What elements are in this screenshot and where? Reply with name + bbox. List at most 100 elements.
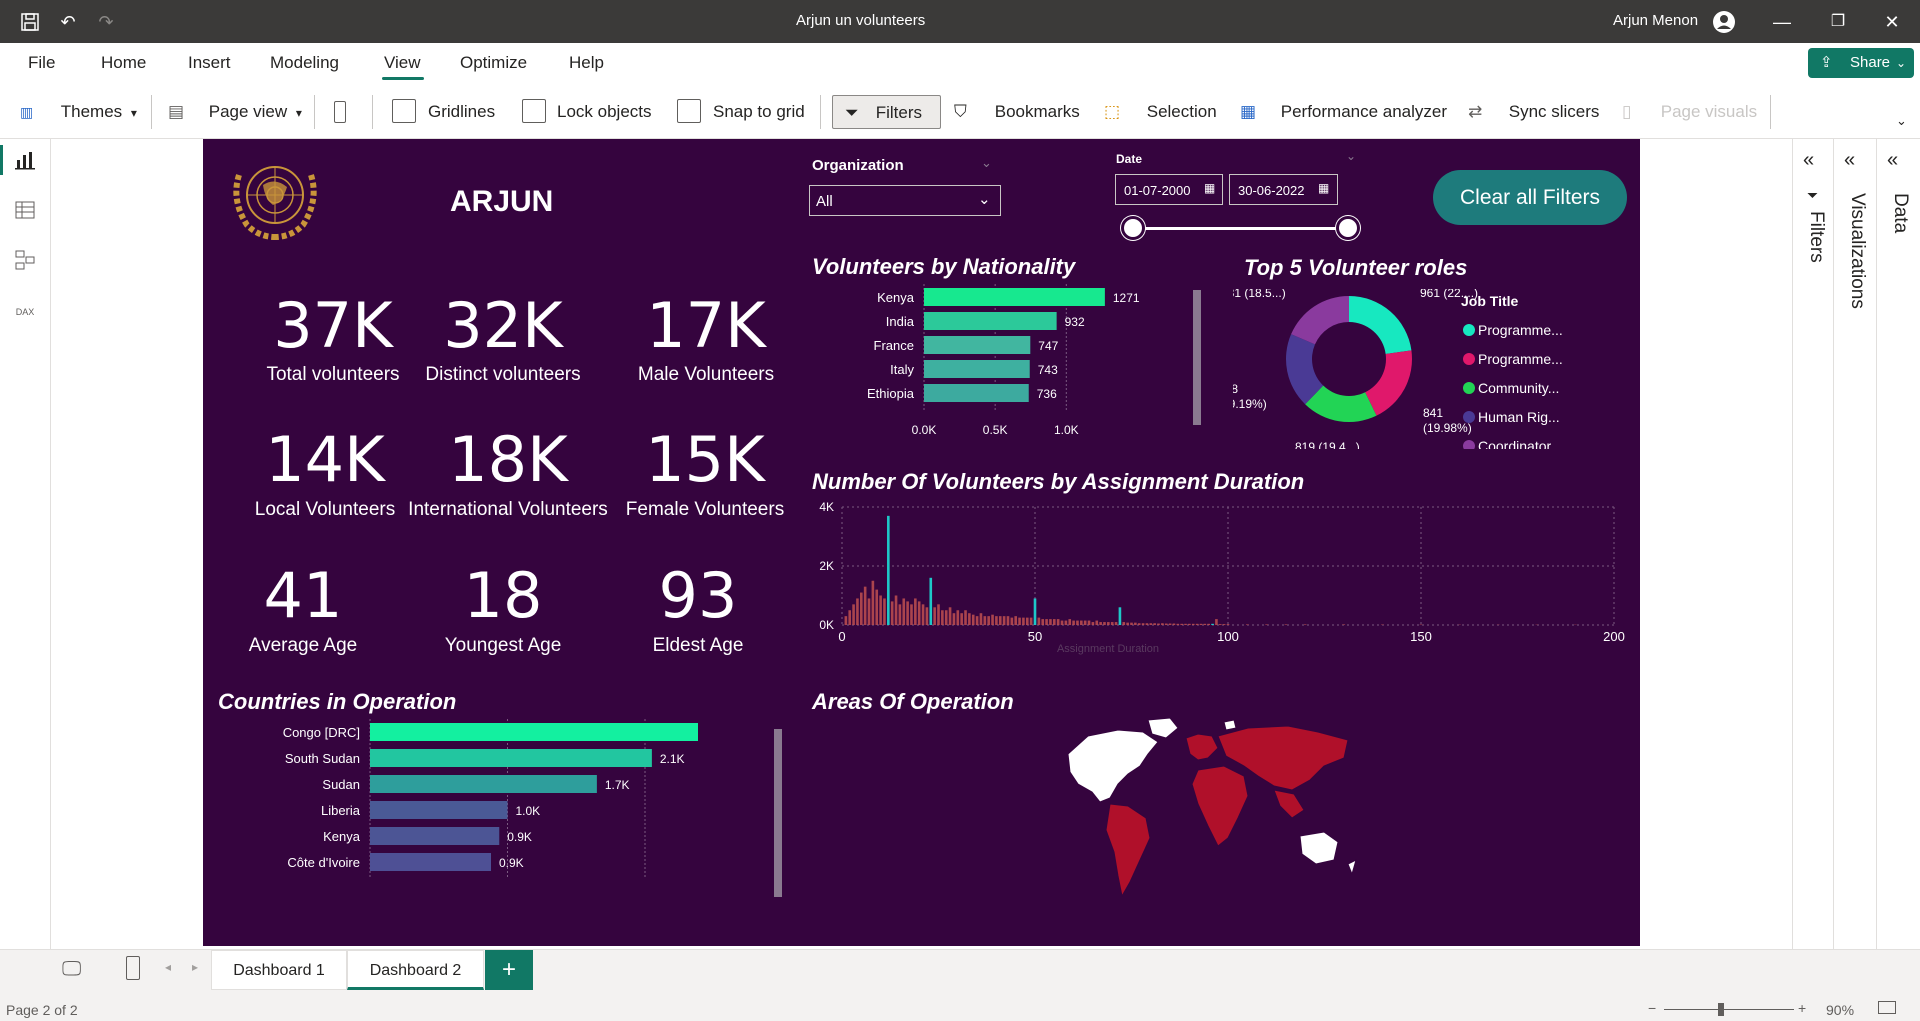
fit-to-page-icon[interactable] — [1878, 1001, 1896, 1014]
countries-scrollbar[interactable] — [774, 729, 782, 897]
menu-insert[interactable]: Insert — [188, 53, 231, 73]
ribbon-divider — [314, 95, 315, 129]
dax-query-view-icon[interactable]: DAX — [12, 299, 38, 325]
date-start-input[interactable]: 01-07-2000 ▦ — [1115, 174, 1223, 205]
menu-optimize[interactable]: Optimize — [460, 53, 527, 73]
restore-icon[interactable]: ❐ — [1824, 8, 1852, 36]
sync-slicers-button[interactable]: ⇄ Sync slicers — [1468, 95, 1599, 129]
report-view-icon[interactable] — [12, 149, 38, 175]
gridlines-checkbox[interactable] — [392, 99, 416, 123]
duration-bar — [848, 610, 852, 625]
ribbon-divider — [1770, 95, 1771, 129]
slice-data-label: 808 — [1233, 382, 1238, 396]
zoom-slider-track[interactable] — [1664, 1009, 1794, 1010]
nationality-bar — [924, 312, 1057, 330]
minimize-icon[interactable]: — — [1768, 8, 1796, 36]
duration-bar — [910, 604, 913, 625]
calendar-icon[interactable]: ▦ — [1204, 181, 1215, 195]
close-icon[interactable]: ✕ — [1878, 8, 1906, 36]
page-view-button[interactable]: ▤ Page view ▾ — [168, 95, 302, 129]
filters-pane-collapsed[interactable]: « ⏷ Filters — [1792, 139, 1833, 949]
status-bar: Page 2 of 2 − + 90% — [0, 999, 1920, 1021]
x-tick-label: 1.0K — [1054, 423, 1079, 437]
duration-bar — [1157, 623, 1160, 625]
category-label: Kenya — [323, 829, 361, 844]
bookmarks-pane-button[interactable]: ⛉ Bookmarks — [954, 95, 1080, 129]
share-button[interactable]: ⇪ Share ⌄ — [1808, 48, 1914, 78]
data-label: 736 — [1037, 387, 1057, 401]
data-pane-collapsed[interactable]: « Data — [1876, 139, 1920, 949]
expand-visualizations-icon[interactable]: « — [1844, 149, 1855, 172]
zoom-slider-thumb[interactable] — [1718, 1003, 1724, 1016]
menu-home[interactable]: Home — [101, 53, 146, 73]
selection-icon: ⬚ — [1104, 102, 1121, 121]
nationality-chart: 0.0K 0.5K 1.0K Kenya 1271 India 932 France 747 It… — [867, 284, 1140, 437]
visualizations-pane-collapsed[interactable]: « Visualizations — [1833, 139, 1874, 949]
expand-filters-icon[interactable]: « — [1803, 149, 1814, 172]
duration-chart-title: Number Of Volunteers by Assignment Durat… — [812, 469, 1305, 494]
duration-bar — [894, 595, 898, 625]
date-range-start-handle[interactable] — [1121, 216, 1145, 240]
x-tick-label: 0 — [838, 629, 845, 644]
clear-all-filters-button[interactable]: Clear all Filters — [1433, 170, 1627, 225]
date-end-input[interactable]: 30-06-2022 ▦ — [1229, 174, 1338, 205]
zoom-out-icon[interactable]: − — [1648, 1000, 1656, 1016]
zoom-in-icon[interactable]: + — [1798, 1000, 1806, 1016]
redo-icon[interactable]: ↷ — [92, 8, 120, 36]
calendar-icon[interactable]: ▦ — [1318, 181, 1329, 195]
duration-bar — [1087, 620, 1091, 625]
next-page-icon[interactable]: ▸ — [192, 960, 198, 974]
side-panes: « ⏷ Filters « Visualizations « Data — [1792, 139, 1920, 949]
account-icon[interactable] — [1710, 8, 1738, 36]
slice-data-label: 841 — [1423, 406, 1443, 420]
legend-marker — [1463, 382, 1475, 394]
filters-pane-button[interactable]: ⏷ Filters — [832, 95, 941, 129]
duration-bar — [1153, 623, 1156, 625]
selection-pane-button[interactable]: ⬚ Selection — [1104, 95, 1217, 129]
duration-bar — [1064, 620, 1068, 625]
menu-file[interactable]: File — [28, 53, 55, 73]
legend-marker — [1463, 324, 1475, 336]
bookmarks-label: Bookmarks — [994, 102, 1080, 121]
ribbon-collapse-icon[interactable]: ⌄ — [1896, 113, 1907, 129]
desktop-layout-icon[interactable]: 🖵 — [62, 958, 81, 981]
chevron-down-icon[interactable]: ⌄ — [981, 155, 992, 171]
table-view-icon[interactable] — [12, 199, 38, 225]
mobile-layout-button[interactable] — [334, 95, 354, 129]
model-view-icon[interactable] — [12, 249, 38, 275]
country-bar — [370, 853, 491, 871]
performance-analyzer-button[interactable]: ▦ Performance analyzer — [1240, 95, 1447, 129]
chevron-down-icon[interactable]: ⌄ — [1346, 149, 1356, 163]
category-label: Kenya — [877, 290, 915, 305]
lock-objects-checkbox[interactable] — [522, 99, 546, 123]
menu-help[interactable]: Help — [569, 53, 604, 73]
kpi-female-volunteers-value: 15K — [645, 423, 765, 496]
duration-bar — [1195, 623, 1199, 625]
y-tick-label: 2K — [819, 559, 834, 573]
mobile-layout-icon[interactable] — [126, 956, 140, 980]
duration-bar — [1060, 620, 1064, 625]
expand-data-icon[interactable]: « — [1887, 149, 1898, 172]
tab-dashboard-2[interactable]: Dashboard 2 — [347, 950, 484, 990]
visualizations-pane-label: Visualizations — [1847, 193, 1868, 309]
previous-page-icon[interactable]: ◂ — [165, 960, 171, 974]
duration-bar — [863, 586, 867, 625]
undo-icon[interactable]: ↶ — [54, 8, 82, 36]
user-name[interactable]: Arjun Menon — [1613, 12, 1698, 29]
menu-view[interactable]: View — [384, 53, 421, 73]
nationality-scrollbar[interactable] — [1193, 290, 1201, 425]
duration-bar — [1134, 622, 1137, 625]
save-icon[interactable] — [16, 8, 44, 36]
tab-dashboard-1[interactable]: Dashboard 1 — [211, 950, 347, 990]
organization-dropdown[interactable]: All ⌄ — [809, 185, 1001, 216]
un-logo — [225, 155, 325, 241]
kpi-male-volunteers-label: Male Volunteers — [637, 364, 775, 385]
duration-bar — [971, 614, 975, 625]
date-range-end-handle[interactable] — [1336, 216, 1360, 240]
category-label: Ethiopia — [867, 386, 915, 401]
add-page-button[interactable]: + — [485, 950, 533, 990]
snap-to-grid-checkbox[interactable] — [677, 99, 701, 123]
themes-button[interactable]: ▥ Themes ▾ — [20, 95, 137, 129]
menu-modeling[interactable]: Modeling — [270, 53, 339, 73]
duration-bar — [1114, 622, 1118, 625]
